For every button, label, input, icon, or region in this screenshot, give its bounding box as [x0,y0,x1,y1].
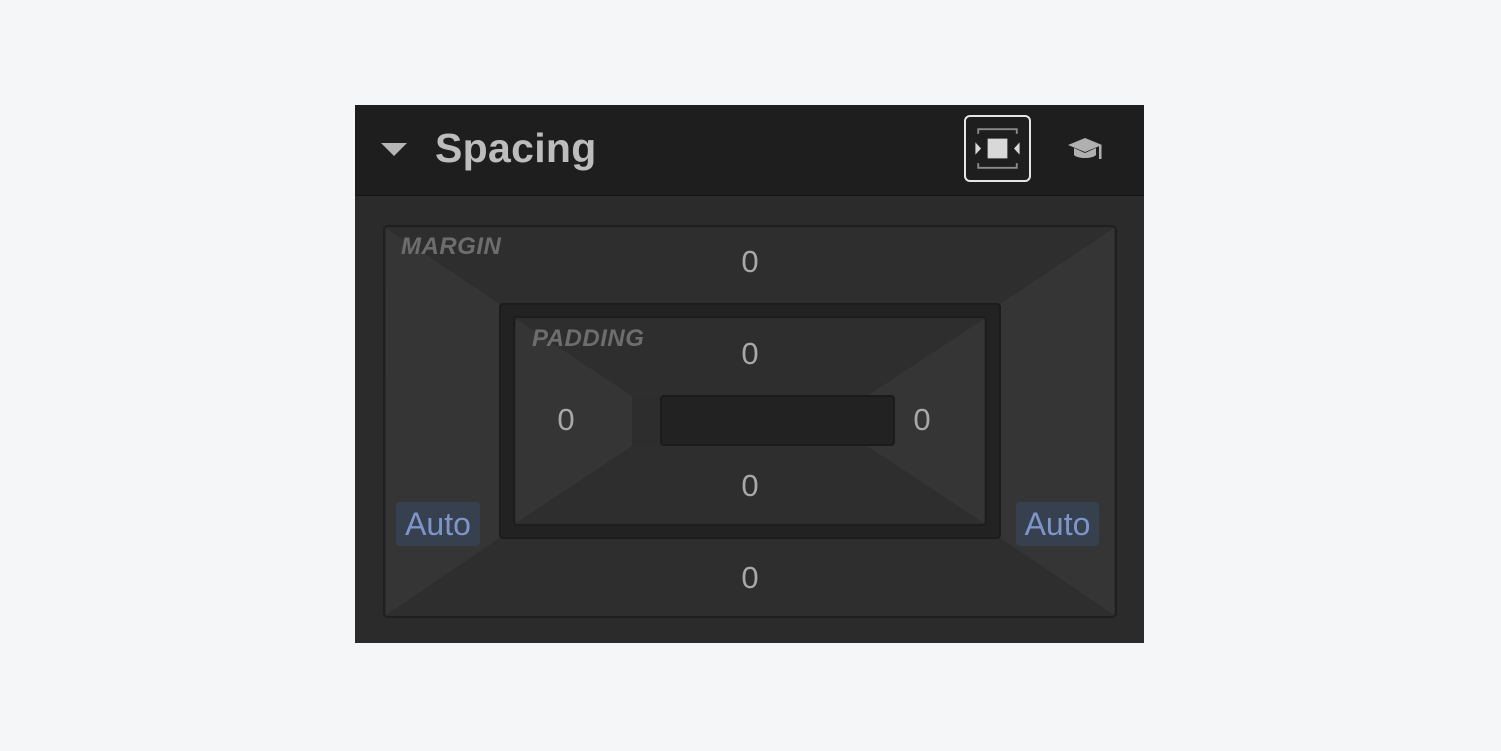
panel-header[interactable]: Spacing [355,105,1144,196]
padding-left-value[interactable]: 0 [541,402,591,438]
margin-right-value[interactable]: Auto [1016,502,1099,546]
graduation-cap-icon [1068,138,1102,159]
margin-bottom-value[interactable]: 0 [720,560,780,596]
spacing-preset-button[interactable] [964,115,1031,182]
margin-label: MARGIN [401,233,502,260]
padding-right-value[interactable]: 0 [897,402,947,438]
panel-title: Spacing [435,125,597,171]
padding-top-value[interactable]: 0 [720,336,780,372]
spacing-box-icon [975,128,1020,169]
margin-top-value[interactable]: 0 [720,244,780,280]
box-model-editor: MARGIN PADDING 0 0 Auto Auto 0 0 0 0 [383,225,1117,618]
padding-label: PADDING [532,325,645,352]
padding-bottom-value[interactable]: 0 [720,468,780,504]
caret-down-icon[interactable] [381,143,407,156]
spacing-panel: Spacing MARGIN PADDING 0 0 Auto Auto 0 0… [355,105,1144,643]
margin-left-value[interactable]: Auto [396,502,480,546]
content-box [660,395,895,446]
learn-button[interactable] [1052,115,1119,182]
